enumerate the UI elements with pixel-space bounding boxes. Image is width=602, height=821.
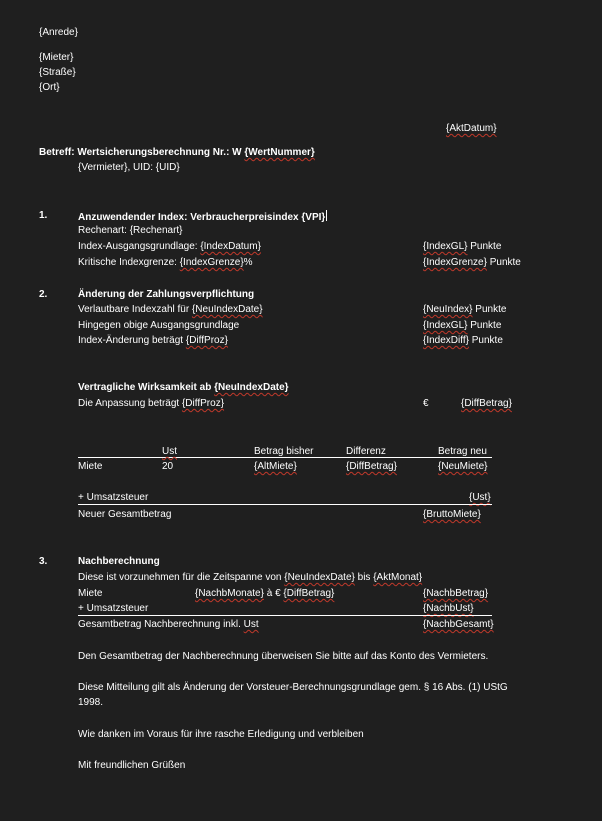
tax-notice-line-2: 1998. bbox=[78, 697, 104, 708]
period-to-label: bis bbox=[354, 572, 374, 583]
col-header-new: Betrag neu bbox=[438, 446, 487, 457]
tax-notice-line-1: Diese Mitteilung gilt als Änderung der V… bbox=[78, 682, 508, 693]
subject-number: {WertNummer} bbox=[244, 147, 315, 158]
adjustment-line: Die Anpassung beträgt {DiffProz} bbox=[78, 398, 224, 410]
section-2-number: 2. bbox=[39, 289, 48, 300]
published-index-label: Verlautbare Indexzahl für bbox=[78, 304, 192, 315]
diff-amount-field: {DiffBetrag} bbox=[461, 398, 512, 409]
back-vat-label: + Umsatzsteuer bbox=[78, 603, 149, 614]
percent-sign: % bbox=[243, 257, 253, 268]
col-header-difference: Differenz bbox=[346, 446, 386, 457]
back-rent-label: Miete bbox=[78, 588, 103, 599]
points-unit: Punkte bbox=[486, 257, 521, 268]
critical-limit-label: Kritische Indexgrenze: bbox=[78, 257, 180, 268]
base-comparison-label: Hingegen obige Ausgangsgrundlage bbox=[78, 320, 240, 331]
effective-date-field: {NeuIndexDate} bbox=[214, 382, 289, 393]
critical-limit-line: Kritische Indexgrenze: {IndexGrenze}% bbox=[78, 257, 253, 269]
text-cursor bbox=[326, 210, 328, 221]
subject-line: Betreff: Wertsicherungsberechnung Nr.: W… bbox=[39, 147, 315, 159]
period-to-field: {AktMonat} bbox=[373, 572, 423, 583]
adjustment-label: Die Anpassung beträgt bbox=[78, 398, 182, 409]
base-comparison-points: {IndexGL} Punkte bbox=[423, 320, 501, 332]
index-change-points: {IndexDiff} Punkte bbox=[423, 335, 503, 347]
subject-label: Betreff: Wertsicherungsberechnung Nr.: W bbox=[39, 147, 245, 158]
back-pay-amount-field: {NachbBetrag} bbox=[423, 588, 489, 599]
col-header-ust: Ust bbox=[162, 446, 177, 458]
effective-date-line: Vertragliche Wirksamkeit ab {NeuIndexDat… bbox=[78, 382, 289, 394]
col-header-ust-text: Ust bbox=[162, 446, 177, 457]
back-vat-rule bbox=[78, 615, 492, 616]
thanks-line: Wie danken im Voraus für ihre rasche Erl… bbox=[78, 729, 364, 740]
back-rent-calc: {NachbMonate} à € {DiffBetrag} bbox=[195, 588, 334, 600]
index-change-label: Index-Änderung beträgt bbox=[78, 335, 186, 346]
euro-sign: € bbox=[423, 398, 429, 409]
period-label: Diese ist vorzunehmen für die Zeitspanne… bbox=[78, 572, 285, 583]
street-placeholder: {Straße} bbox=[39, 67, 76, 78]
points-unit: Punkte bbox=[472, 304, 507, 315]
index-base-label: Index-Ausgangsgrundlage: bbox=[78, 241, 201, 252]
back-total-label: Gesamtbetrag Nachberechnung inkl. Ust bbox=[78, 619, 259, 631]
index-change-line: Index-Änderung beträgt {DiffProz} bbox=[78, 335, 228, 347]
times-euro-label: à € bbox=[263, 588, 284, 599]
back-total-label-text: Gesamtbetrag Nachberechnung inkl. bbox=[78, 619, 244, 630]
payment-instruction: Den Gesamtbetrag der Nachberechnung über… bbox=[78, 651, 489, 662]
new-total-label: Neuer Gesamtbetrag bbox=[78, 509, 172, 520]
section-3-number: 3. bbox=[39, 556, 48, 567]
index-gl-field: {IndexGL} bbox=[423, 320, 468, 331]
section-1-title[interactable]: Anzuwendender Index: Verbraucherpreisind… bbox=[78, 210, 328, 224]
landlord-uid: {Vermieter}, UID: {UID} bbox=[78, 162, 180, 173]
back-total-field: {NachbGesamt} bbox=[423, 619, 494, 630]
period-from-field: {NeuIndexDate} bbox=[284, 572, 355, 583]
section-1-number: 1. bbox=[39, 210, 48, 221]
tenant-placeholder: {Mieter} bbox=[39, 52, 74, 63]
col-header-previous: Betrag bisher bbox=[254, 446, 314, 457]
new-index-field: {NeuIndex} bbox=[423, 304, 473, 315]
diff-rent-field: {DiffBetrag} bbox=[346, 461, 397, 472]
published-index-line: Verlautbare Indexzahl für {NeuIndexDate} bbox=[78, 304, 263, 316]
index-diff-field: {IndexDiff} bbox=[423, 335, 469, 346]
new-rent-field: {NeuMiete} bbox=[438, 461, 488, 472]
calc-method: Rechenart: {Rechenart} bbox=[78, 225, 183, 236]
index-base-points: {IndexGL} Punkte bbox=[423, 241, 501, 253]
months-field: {NachbMonate} bbox=[195, 588, 264, 599]
section-1-title-text: Anzuwendender Index: Verbraucherpreisind… bbox=[78, 212, 326, 223]
back-total-ust: Ust bbox=[243, 619, 259, 630]
diff-amount-field: {DiffBetrag} bbox=[283, 588, 335, 599]
new-index-points: {NeuIndex} Punkte bbox=[423, 304, 506, 316]
section-3-title: Nachberechnung bbox=[78, 556, 160, 567]
city-placeholder: {Ort} bbox=[39, 82, 60, 93]
date-placeholder: {AktDatum} bbox=[446, 123, 497, 134]
vat-rule bbox=[78, 504, 492, 505]
points-unit: Punkte bbox=[468, 335, 503, 346]
index-limit-right-field: {IndexGrenze} bbox=[423, 257, 487, 268]
adjustment-percent-field: {DiffProz} bbox=[181, 398, 225, 409]
points-unit: Punkte bbox=[467, 320, 502, 331]
vat-field: {Ust} bbox=[469, 492, 491, 503]
table-row-label: Miete bbox=[78, 461, 103, 472]
salutation-placeholder: {Anrede} bbox=[39, 27, 78, 38]
index-base-line: Index-Ausgangsgrundlage: {IndexDatum} bbox=[78, 241, 261, 253]
old-rent-field: {AltMiete} bbox=[254, 461, 297, 472]
effective-date-label: Vertragliche Wirksamkeit ab bbox=[78, 382, 215, 393]
back-vat-field: {NachbUst} bbox=[423, 603, 474, 614]
diff-percent-field: {DiffProz} bbox=[185, 335, 228, 346]
table-row-vat-rate: 20 bbox=[162, 461, 174, 472]
index-limit-field: {IndexGrenze} bbox=[179, 257, 244, 268]
regards-line: Mit freundlichen Grüßen bbox=[78, 760, 186, 771]
new-index-date-field: {NeuIndexDate} bbox=[191, 304, 263, 315]
index-gl-field: {IndexGL} bbox=[423, 241, 468, 252]
critical-limit-points: {IndexGrenze} Punkte bbox=[423, 257, 521, 269]
points-unit: Punkte bbox=[467, 241, 502, 252]
section-2-title: Änderung der Zahlungsverpflichtung bbox=[78, 289, 255, 300]
period-line: Diese ist vorzunehmen für die Zeitspanne… bbox=[78, 572, 422, 584]
gross-rent-field: {BruttoMiete} bbox=[423, 509, 481, 520]
index-date-field: {IndexDatum} bbox=[200, 241, 261, 252]
vat-label: + Umsatzsteuer bbox=[78, 492, 149, 503]
